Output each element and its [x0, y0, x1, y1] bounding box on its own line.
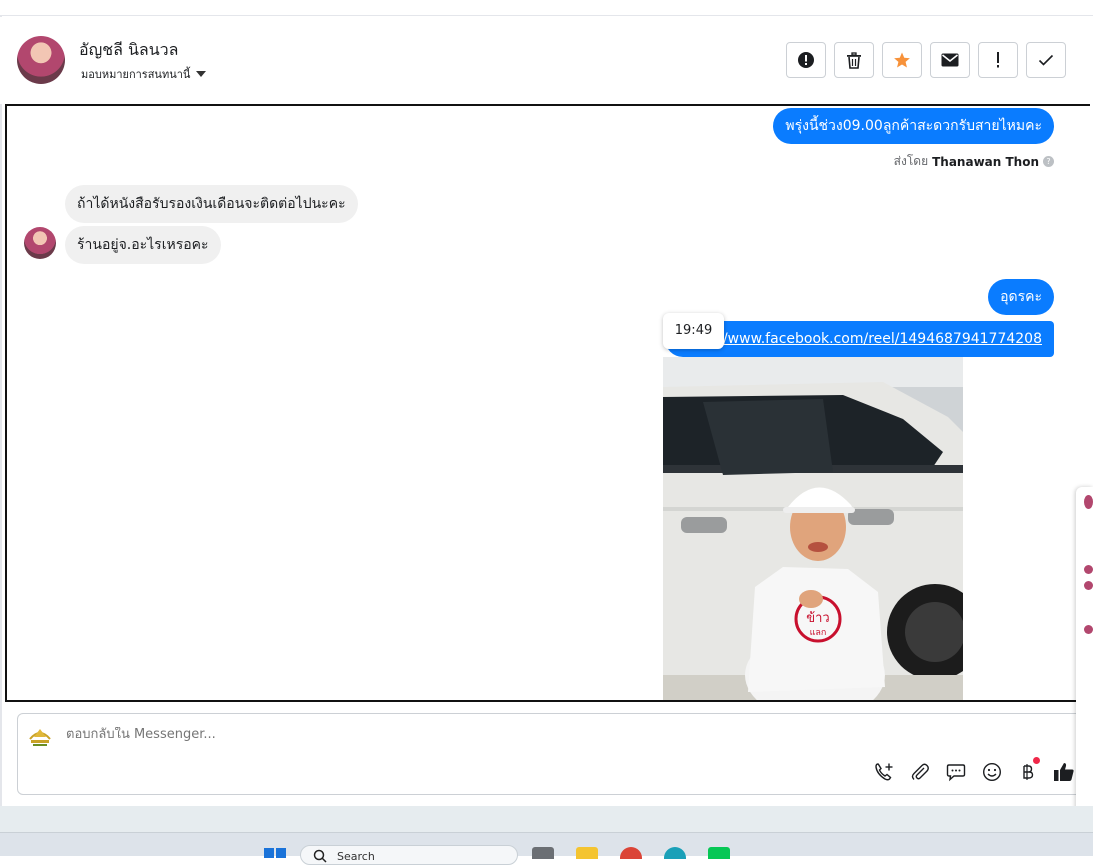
- contact-avatar[interactable]: [17, 36, 65, 84]
- delete-button[interactable]: [834, 42, 874, 78]
- sent-by-name: Thanawan Thon: [932, 154, 1039, 169]
- exclamation-icon: [997, 52, 999, 68]
- call-add-icon: [875, 763, 893, 781]
- assign-label: มอบหมายการสนทนานี้: [81, 68, 191, 81]
- chrome-icon[interactable]: [620, 847, 642, 859]
- reel-link[interactable]: https://www.facebook.com/reel/1494687941…: [677, 331, 1042, 347]
- message-thread[interactable]: พรุ่งนี้ช่วง09.00ลูกค้าสะดวกรับสายไหมคะ …: [5, 104, 1090, 702]
- mark-done-button[interactable]: [1026, 42, 1066, 78]
- incoming-message[interactable]: ถ้าได้หนังสือรับรองเงินเดือนจะติดต่อไปนะ…: [65, 185, 358, 223]
- svg-text:ข้าว: ข้าว: [806, 611, 830, 626]
- reply-input[interactable]: [66, 727, 866, 742]
- taskbar-search[interactable]: Search: [300, 845, 518, 865]
- star-icon: [894, 52, 910, 68]
- mark-unread-button[interactable]: [930, 42, 970, 78]
- side-avatar: [1084, 565, 1093, 574]
- windows-start-icon[interactable]: [262, 848, 288, 858]
- notification-dot: [1033, 757, 1040, 764]
- page-logo-icon: [29, 729, 51, 746]
- conversation-toolbar: [786, 42, 1066, 78]
- incoming-message[interactable]: ร้านอยู่จ.อะไรเหรอคะ: [65, 226, 221, 264]
- message-composer: [17, 713, 1082, 795]
- os-taskbar: Search: [0, 832, 1093, 865]
- timestamp-tooltip: 19:49: [663, 313, 724, 349]
- line-app-icon[interactable]: [708, 847, 730, 859]
- mark-spam-button[interactable]: [786, 42, 826, 78]
- contact-avatar-small: [24, 227, 56, 259]
- edge-icon[interactable]: [664, 847, 686, 859]
- composer-actions: [872, 757, 1076, 784]
- conversation-header: อัญชลี นิลนวล มอบหมายการสนทนานี้: [0, 17, 1093, 104]
- baht-icon: [1023, 764, 1034, 780]
- sent-by-label: ส่งโดย Thanawan Thon ?: [894, 152, 1054, 171]
- chat-template-icon: [946, 764, 966, 782]
- taskbar-app-icon[interactable]: [532, 847, 554, 859]
- assign-conversation-dropdown[interactable]: มอบหมายการสนทนานี้: [81, 65, 207, 83]
- side-avatar: [1084, 495, 1093, 509]
- search-icon: [313, 849, 327, 863]
- contact-name[interactable]: อัญชลี นิลนวล: [79, 38, 178, 63]
- side-avatar: [1084, 625, 1093, 634]
- outgoing-message[interactable]: อุดรคะ: [988, 279, 1054, 315]
- like-button[interactable]: [1052, 760, 1076, 784]
- side-avatar: [1084, 581, 1093, 590]
- reel-thumbnail[interactable]: ข้าว แลก: [663, 357, 963, 700]
- reel-preview-image: ข้าว แลก: [663, 357, 963, 700]
- top-border: [0, 0, 1093, 16]
- payment-button[interactable]: [1016, 757, 1040, 784]
- page-footer-band: [0, 806, 1093, 832]
- outgoing-message[interactable]: พรุ่งนี้ช่วง09.00ลูกค้าสะดวกรับสายไหมคะ: [773, 108, 1054, 144]
- check-icon: [1038, 54, 1054, 66]
- emoji-icon: [982, 762, 1002, 782]
- follow-up-button[interactable]: [978, 42, 1018, 78]
- star-button[interactable]: [882, 42, 922, 78]
- help-icon[interactable]: ?: [1043, 156, 1054, 167]
- attachment-icon: [911, 763, 929, 780]
- emoji-button[interactable]: [980, 760, 1004, 784]
- thumbs-up-icon: [1054, 763, 1074, 781]
- sent-by-prefix: ส่งโดย: [893, 154, 929, 168]
- call-add-button[interactable]: [872, 760, 896, 784]
- alert-icon: [798, 52, 814, 68]
- trash-icon: [847, 51, 861, 69]
- mail-icon: [941, 53, 959, 67]
- attachment-button[interactable]: [908, 760, 932, 784]
- svg-text:แลก: แลก: [810, 628, 827, 638]
- saved-replies-button[interactable]: [944, 760, 968, 784]
- side-conversation-panel[interactable]: [1076, 487, 1093, 820]
- folder-icon[interactable]: [576, 847, 598, 859]
- search-label: Search: [337, 850, 375, 863]
- caret-down-icon: [196, 71, 207, 77]
- left-border: [0, 16, 2, 806]
